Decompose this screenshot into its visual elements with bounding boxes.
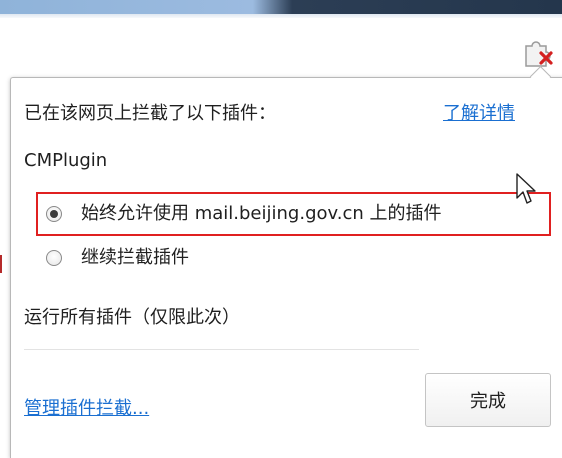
always-allow-radio[interactable] [46,206,62,222]
blocked-plugin-omnibox-button[interactable] [522,34,556,70]
run-all-plugins-link[interactable]: 运行所有插件（仅限此次） [24,307,240,329]
manage-plugin-blocking-link[interactable]: 管理插件拦截... [24,398,149,420]
done-button[interactable]: 完成 [425,373,551,427]
bubble-divider [24,349,419,350]
browser-toolbar-edge [0,14,562,18]
mouse-cursor-icon [516,173,536,204]
keep-blocking-radio[interactable] [46,250,62,266]
option-keep-blocking[interactable]: 继续拦截插件 [40,245,290,271]
bubble-header-text: 已在该网页上拦截了以下插件： [24,103,276,124]
learn-more-link[interactable]: 了解详情 [443,103,515,125]
browser-top-strip [0,0,562,14]
option-always-allow[interactable]: 始终允许使用 mail.beijing.gov.cn 上的插件 [40,201,545,227]
puzzle-blocked-icon [525,41,553,67]
keep-blocking-label[interactable]: 继续拦截插件 [81,247,189,269]
page-edge-mark [0,255,2,273]
always-allow-label[interactable]: 始终允许使用 mail.beijing.gov.cn 上的插件 [81,203,442,225]
blocked-plugin-name: CMPlugin [24,150,108,171]
